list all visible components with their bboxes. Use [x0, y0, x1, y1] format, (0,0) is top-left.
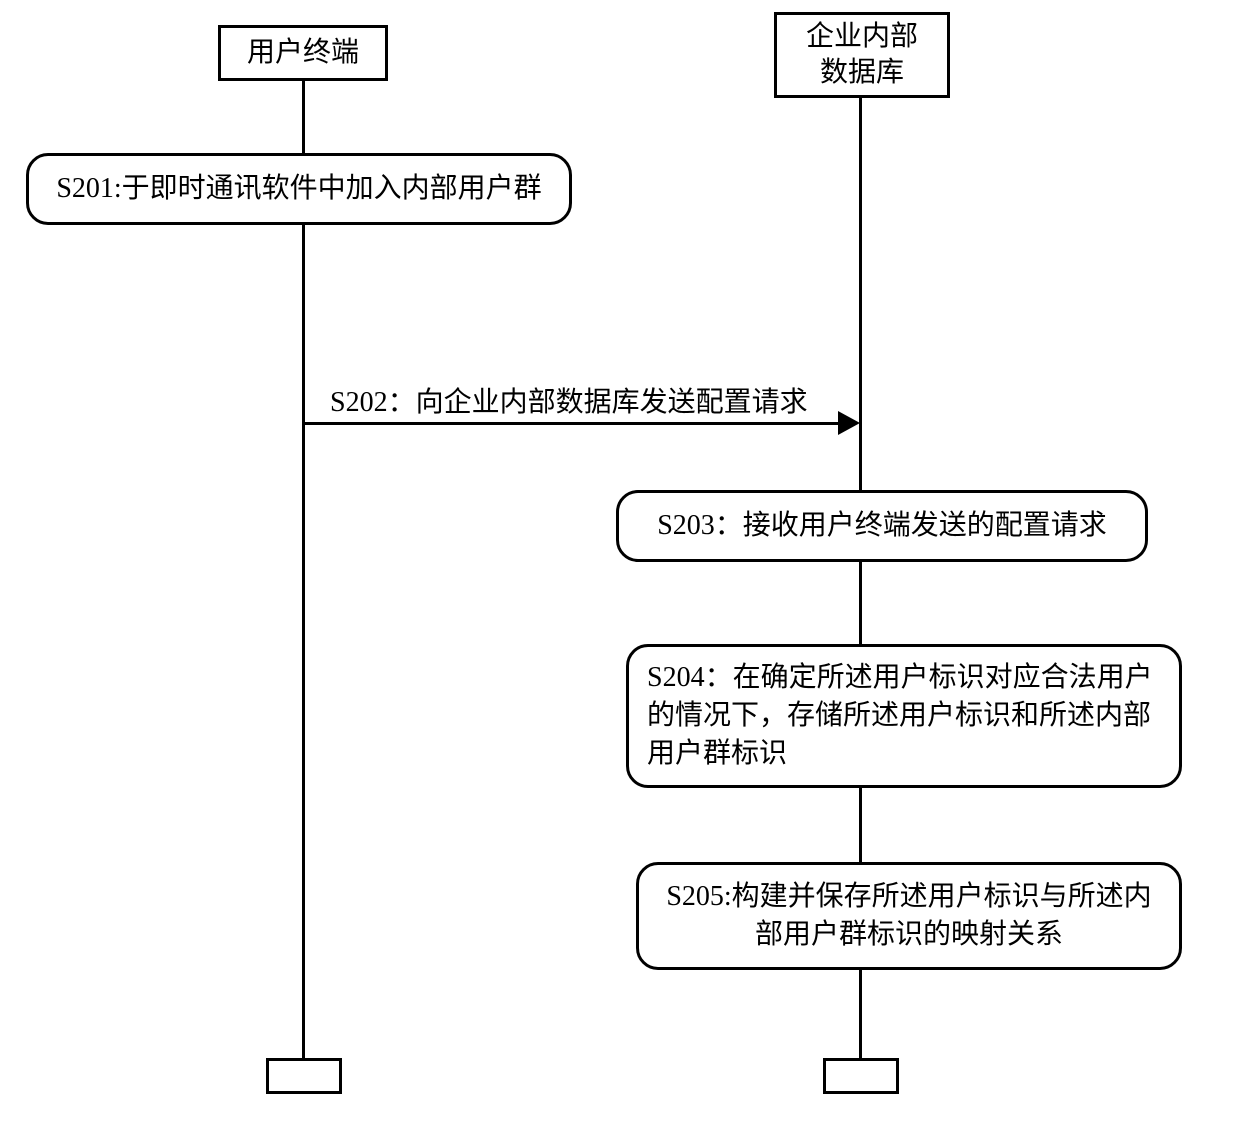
participant-user-terminal-label: 用户终端 — [247, 35, 359, 71]
arrow-s202-head — [838, 411, 860, 435]
step-s203-label: S203：接收用户终端发送的配置请求 — [657, 507, 1107, 545]
participant-enterprise-db-label: 企业内部 数据库 — [806, 19, 918, 92]
arrow-s202-line — [304, 422, 838, 425]
step-s201: S201:于即时通讯软件中加入内部用户群 — [26, 153, 572, 225]
participant-user-terminal: 用户终端 — [218, 25, 388, 81]
step-s204-label: S204：在确定所述用户标识对应合法用户的情况下，存储所述用户标识和所述内部用户… — [647, 659, 1161, 772]
step-s205-label: S205:构建并保存所述用户标识与所述内部用户群标识的映射关系 — [657, 878, 1161, 954]
lifeline-user-terminal-main — [302, 225, 305, 1058]
participant-enterprise-db: 企业内部 数据库 — [774, 12, 950, 98]
step-s205: S205:构建并保存所述用户标识与所述内部用户群标识的映射关系 — [636, 862, 1182, 970]
end-box-user-terminal — [266, 1058, 342, 1094]
step-s202-label: S202：向企业内部数据库发送配置请求 — [330, 380, 808, 420]
lifeline-user-terminal-top — [302, 81, 305, 153]
step-s204: S204：在确定所述用户标识对应合法用户的情况下，存储所述用户标识和所述内部用户… — [626, 644, 1182, 788]
end-box-enterprise-db — [823, 1058, 899, 1094]
step-s203: S203：接收用户终端发送的配置请求 — [616, 490, 1148, 562]
step-s201-label: S201:于即时通讯软件中加入内部用户群 — [56, 170, 541, 208]
sequence-diagram: 用户终端 企业内部 数据库 S201:于即时通讯软件中加入内部用户群 S202：… — [0, 0, 1240, 1124]
